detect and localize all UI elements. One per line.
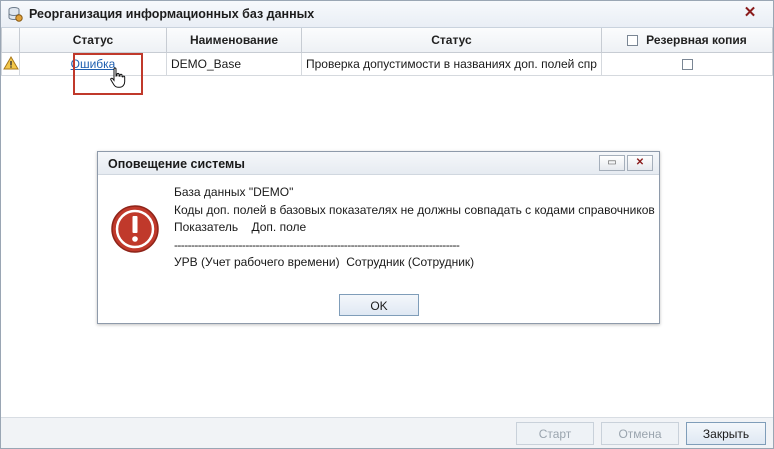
header-name[interactable]: Наименование <box>166 28 302 53</box>
restore-icon[interactable]: ▭ <box>599 155 625 171</box>
error-icon <box>111 205 159 253</box>
backup-select-all-checkbox[interactable] <box>627 34 639 46</box>
check-status-cell: Проверка допустимости в названиях доп. п… <box>301 52 602 76</box>
message-line: База данных "DEMO" <box>174 185 294 199</box>
system-alert-dialog: Оповещение системы ▭ ✕ База данных "DEMO… <box>97 151 660 324</box>
header-check-status[interactable]: Статус <box>301 28 602 53</box>
dialog-title: Оповещение системы <box>108 157 245 171</box>
window-title: Реорганизация информационных баз данных <box>29 7 315 21</box>
name-cell: DEMO_Base <box>166 52 302 76</box>
message-separator: ----------------------------------------… <box>174 237 460 252</box>
database-icon <box>8 7 23 22</box>
table-header-row: Статус Наименование Статус Резервная коп… <box>1 28 773 53</box>
warning-cell <box>1 52 20 76</box>
dialog-message: База данных "DEMO" Коды доп. полей в баз… <box>174 184 655 272</box>
backup-cell <box>601 52 773 76</box>
header-icon-column <box>1 28 20 53</box>
header-backup-label: Резервная копия <box>646 33 747 47</box>
header-status[interactable]: Статус <box>19 28 167 53</box>
start-button[interactable]: Старт <box>516 422 594 445</box>
message-line: УРВ (Учет рабочего времени) Сотрудник (С… <box>174 255 475 269</box>
warning-icon <box>2 55 19 69</box>
ok-button[interactable]: OK <box>339 294 419 316</box>
main-window: Реорганизация информационных баз данных … <box>0 0 774 449</box>
close-icon[interactable]: ✕ <box>739 4 761 22</box>
message-line: Коды доп. полей в базовых показателях не… <box>174 202 655 217</box>
title-bar: Реорганизация информационных баз данных … <box>1 1 773 28</box>
dialog-close-icon[interactable]: ✕ <box>627 155 653 171</box>
hand-cursor-icon <box>110 67 126 88</box>
highlight-box <box>73 53 143 95</box>
backup-checkbox[interactable] <box>681 59 693 71</box>
footer-bar: Старт Отмена Закрыть <box>1 417 773 448</box>
dialog-title-bar: Оповещение системы ▭ ✕ <box>98 152 659 175</box>
close-button[interactable]: Закрыть <box>686 422 766 445</box>
cancel-button[interactable]: Отмена <box>601 422 679 445</box>
message-line: Показатель Доп. поле <box>174 220 307 234</box>
header-backup[interactable]: Резервная копия <box>601 28 773 53</box>
